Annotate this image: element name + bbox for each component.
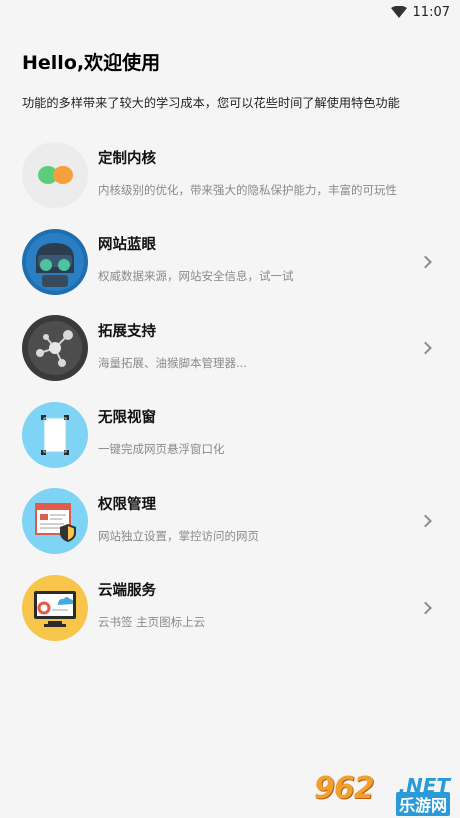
feature-title: 网站蓝眼 xyxy=(98,237,156,254)
feature-title: 定制内核 xyxy=(98,150,156,167)
feature-item-kernel[interactable]: 定制内核 内核级别的优化，带来强大的隐私保护能力，丰富的可玩性 xyxy=(0,132,460,219)
wifi-icon xyxy=(390,6,407,18)
feature-title: 权限管理 xyxy=(98,496,156,513)
permission-icon xyxy=(22,488,88,555)
feature-list: 定制内核 内核级别的优化，带来强大的隐私保护能力，丰富的可玩性 网站蓝眼 权威数… xyxy=(0,132,460,651)
status-time: 11:07 xyxy=(412,4,450,20)
page-title: Hello,欢迎使用 xyxy=(22,52,161,74)
feature-item-window[interactable]: 无限视窗 一键完成网页悬浮窗口化 xyxy=(0,392,460,479)
watermark-number: 962 xyxy=(314,771,375,806)
blue-eye-icon xyxy=(22,228,88,295)
cloud-icon xyxy=(22,574,88,641)
feature-item-blue-eye[interactable]: 网站蓝眼 权威数据来源，网站安全信息，试一试 xyxy=(0,219,460,306)
feature-item-extension[interactable]: 拓展支持 海量拓展、油猴脚本管理器... xyxy=(0,305,460,392)
feature-desc: 网站独立设置，掌控访问的网页 xyxy=(98,528,259,543)
status-bar: 11:07 xyxy=(0,0,460,24)
feature-item-cloud[interactable]: 云端服务 云书签 主页图标上云 xyxy=(0,565,460,652)
window-icon xyxy=(22,401,88,468)
watermark-brand: 乐游网 xyxy=(395,792,450,816)
feature-desc: 海量拓展、油猴脚本管理器... xyxy=(98,355,247,370)
extension-icon xyxy=(22,315,88,382)
feature-title: 云端服务 xyxy=(98,583,156,600)
feature-desc: 一键完成网页悬浮窗口化 xyxy=(98,442,225,457)
feature-title: 拓展支持 xyxy=(98,323,156,340)
feature-title: 无限视窗 xyxy=(98,410,156,427)
kernel-icon xyxy=(22,142,88,209)
feature-item-permission[interactable]: 权限管理 网站独立设置，掌控访问的网页 xyxy=(0,478,460,565)
feature-desc: 云书签 主页图标上云 xyxy=(98,615,206,630)
watermark-logo: 962 .NET 乐游网 xyxy=(314,770,454,816)
page-subtitle: 功能的多样带来了较大的学习成本，您可以花些时间了解使用特色功能 xyxy=(22,96,400,110)
feature-desc: 内核级别的优化，带来强大的隐私保护能力，丰富的可玩性 xyxy=(98,182,397,197)
feature-desc: 权威数据来源，网站安全信息，试一试 xyxy=(98,269,294,284)
